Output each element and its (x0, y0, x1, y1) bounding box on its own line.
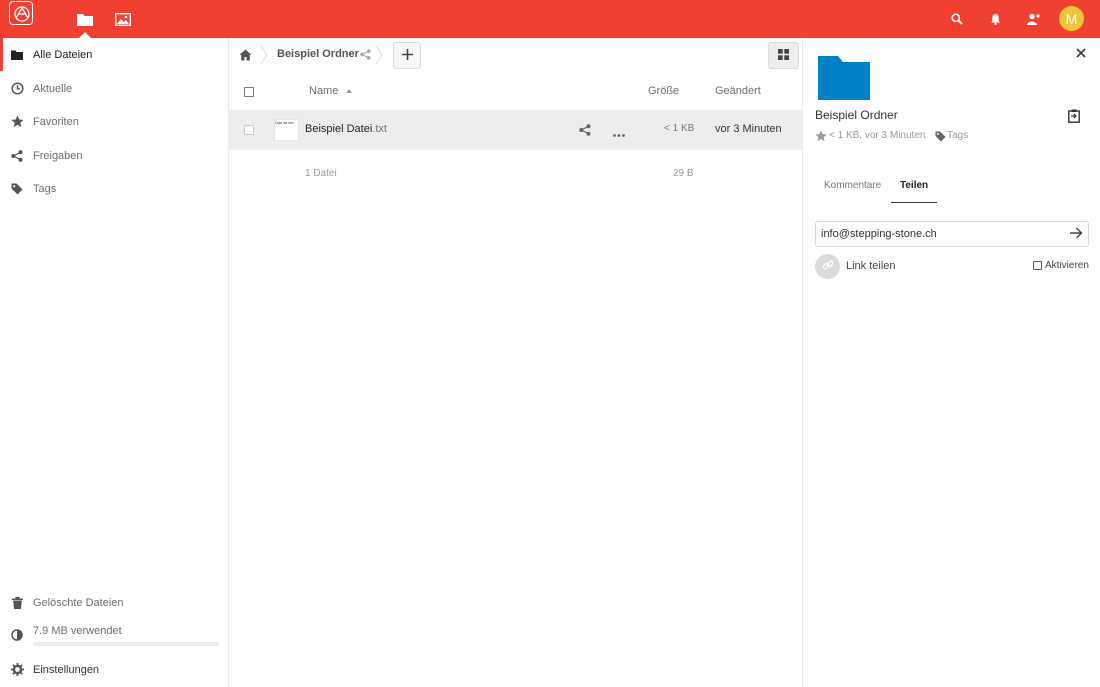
sidebar-item-all-files[interactable]: Alle Dateien (0, 38, 228, 71)
quota-label: 7.9 MB verwendet (33, 625, 122, 637)
share-icon[interactable] (579, 124, 591, 139)
sidebar-item-label: Gelöschte Dateien (33, 596, 124, 609)
active-tab-indicator (891, 202, 937, 203)
logo-icon[interactable] (9, 1, 33, 25)
sidebar-item-deleted-files[interactable]: Gelöschte Dateien (0, 586, 228, 619)
grid-icon (778, 48, 789, 63)
tag-icon[interactable] (935, 131, 946, 145)
file-thumbnail: Das ist ein (274, 119, 299, 141)
sidebar-item-shares[interactable]: Freigaben (0, 139, 228, 172)
sidebar-item-label: Tags (33, 182, 57, 195)
file-modified: vor 3 Minuten (715, 123, 782, 135)
sidebar-quota: 7.9 MB verwendet (0, 618, 228, 651)
summary-total-size: 29 B (673, 168, 694, 179)
home-icon[interactable] (239, 49, 252, 64)
link-icon (822, 259, 834, 274)
avatar-initial: M (1065, 10, 1078, 27)
file-basename: Beispiel Datei (305, 123, 373, 135)
details-tags-link[interactable]: Tags (947, 130, 968, 141)
bell-icon[interactable] (985, 9, 1005, 29)
row-checkbox[interactable] (244, 125, 254, 135)
plus-icon (401, 48, 413, 63)
sidebar-item-settings[interactable]: Einstellungen (0, 653, 228, 686)
star-icon[interactable] (815, 130, 827, 145)
quota-progress-bar (33, 642, 219, 646)
summary-file-count: 1 Datei (305, 168, 337, 179)
star-icon (10, 115, 24, 129)
thumbnail-text: Das ist ein (275, 120, 294, 125)
sidebar-item-label: Einstellungen (33, 663, 100, 676)
column-header-size[interactable]: Größe (648, 85, 679, 97)
share-icon[interactable] (360, 49, 371, 63)
folder-icon (818, 56, 870, 103)
tab-comments[interactable]: Kommentare (824, 180, 881, 191)
sidebar-item-favorites[interactable]: Favoriten (0, 105, 228, 138)
avatar[interactable]: M (1059, 6, 1084, 31)
gear-icon (10, 663, 24, 677)
sidebar-item-recent[interactable]: Aktuelle (0, 72, 228, 105)
search-icon[interactable] (947, 9, 967, 29)
breadcrumb-separator-icon (260, 45, 268, 68)
active-nav-indicator (0, 38, 3, 71)
sidebar-item-label: Alle Dateien (33, 48, 93, 61)
column-header-modified[interactable]: Geändert (715, 85, 761, 97)
sidebar-item-label: Favoriten (33, 115, 79, 128)
sidebar-item-tags[interactable]: Tags (0, 172, 228, 205)
details-meta: < 1 KB, vor 3 Minuten (829, 130, 926, 141)
close-icon[interactable] (1076, 48, 1086, 61)
link-avatar (815, 254, 840, 279)
details-title: Beispiel Ordner (815, 108, 898, 122)
top-header: M (0, 0, 1100, 38)
sort-ascending-icon (346, 89, 352, 93)
clipboard-icon[interactable] (1068, 109, 1080, 126)
files-app-icon[interactable] (75, 9, 95, 29)
breadcrumb-separator-icon (375, 45, 383, 68)
tag-icon (10, 182, 24, 196)
arrow-right-icon[interactable] (1070, 227, 1083, 242)
trash-icon (10, 596, 24, 610)
more-actions-icon[interactable] (613, 128, 625, 140)
activate-link-checkbox[interactable] (1033, 261, 1042, 270)
file-name[interactable]: Beispiel Datei.txt (305, 123, 387, 135)
grid-view-toggle-button[interactable] (768, 42, 799, 69)
breadcrumb-folder[interactable]: Beispiel Ordner (277, 48, 359, 60)
pie-chart-icon (10, 628, 24, 642)
file-extension: .txt (372, 123, 387, 135)
share-link-label: Link teilen (846, 260, 896, 272)
select-all-checkbox[interactable] (244, 87, 254, 97)
file-list-area: Beispiel Ordner Name Größe Geändert Das … (229, 38, 803, 687)
gallery-app-icon[interactable] (113, 9, 133, 29)
share-with-input[interactable] (815, 221, 1089, 247)
file-size: < 1 KB (664, 123, 695, 134)
contacts-icon[interactable] (1023, 9, 1043, 29)
new-file-button[interactable] (393, 42, 421, 69)
activate-link-label[interactable]: Aktivieren (1045, 260, 1089, 271)
folder-icon (10, 48, 24, 62)
table-header: Name Größe Geändert (229, 74, 803, 110)
tab-sharing[interactable]: Teilen (900, 180, 928, 191)
column-header-name[interactable]: Name (309, 85, 338, 97)
sidebar-item-label: Freigaben (33, 149, 83, 162)
sidebar: Alle Dateien Aktuelle Favoriten Freigabe… (0, 38, 229, 687)
sidebar-item-label: Aktuelle (33, 82, 73, 95)
table-row[interactable]: Das ist ein Beispiel Datei.txt < 1 KB vo… (229, 110, 803, 150)
clock-icon (10, 82, 24, 96)
share-icon (10, 149, 24, 163)
details-panel: Beispiel Ordner < 1 KB, vor 3 Minuten Ta… (804, 38, 1100, 687)
